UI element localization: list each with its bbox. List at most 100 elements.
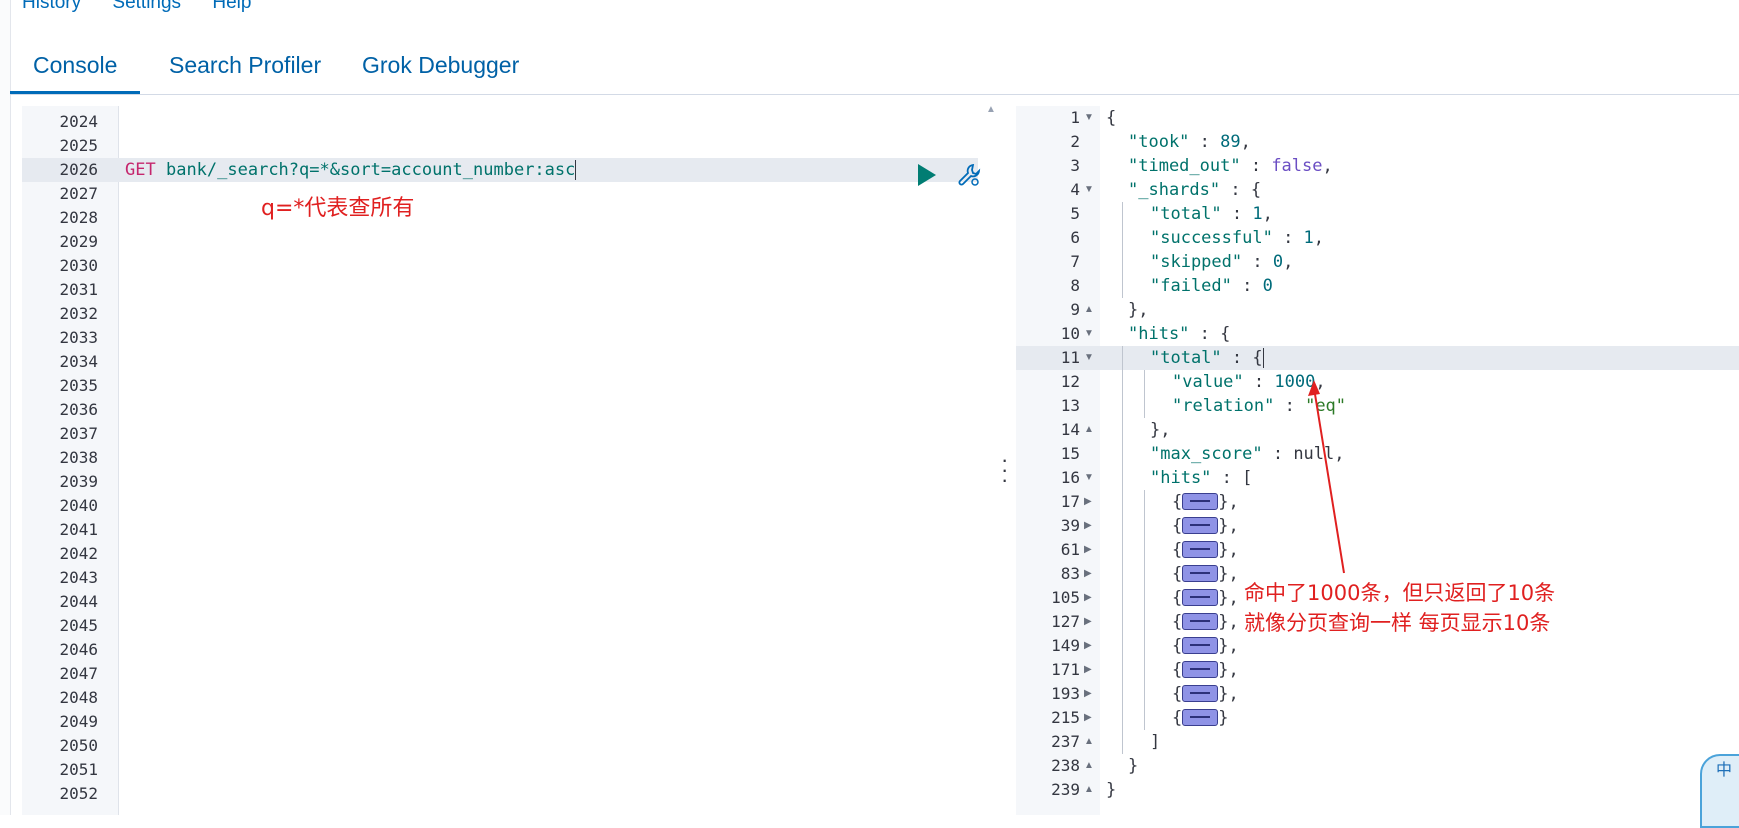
json-line: }, bbox=[1150, 420, 1171, 440]
collapsed-ellipsis-icon[interactable] bbox=[1182, 516, 1219, 534]
tab-grok-debugger[interactable]: Grok Debugger bbox=[339, 42, 542, 94]
collapsed-object[interactable]: {}, bbox=[1172, 538, 1239, 562]
line-number: 2049 bbox=[59, 712, 98, 731]
json-line: "hits" : { bbox=[1128, 324, 1231, 344]
line-number: 14 bbox=[1060, 420, 1080, 439]
fold-toggle-icon[interactable]: ▶ bbox=[1084, 490, 1092, 514]
line-number: 2046 bbox=[59, 640, 98, 659]
fold-toggle-icon[interactable]: ▲ bbox=[1084, 754, 1094, 778]
collapsed-ellipsis-icon[interactable] bbox=[1182, 612, 1219, 630]
annotation-arrow bbox=[1308, 380, 1345, 574]
line-number: 3 bbox=[1070, 156, 1080, 175]
fold-toggle-icon[interactable]: ▲ bbox=[1084, 778, 1094, 802]
tab-search-profiler[interactable]: Search Profiler bbox=[146, 42, 344, 94]
menu-help[interactable]: Help bbox=[212, 0, 251, 13]
line-number: 2033 bbox=[59, 328, 98, 347]
left-sidebar-strip bbox=[0, 0, 11, 815]
line-number: 2032 bbox=[59, 304, 98, 323]
fold-toggle-icon[interactable]: ▶ bbox=[1084, 562, 1092, 586]
json-line: "hits" : [ bbox=[1150, 468, 1253, 488]
drag-handle-icon[interactable]: · · · bbox=[1001, 449, 1008, 491]
line-number: 2036 bbox=[59, 400, 98, 419]
collapsed-ellipsis-icon[interactable] bbox=[1182, 588, 1219, 606]
json-line: "max_score" : null, bbox=[1150, 444, 1345, 464]
fold-toggle-icon[interactable]: ▶ bbox=[1084, 610, 1092, 634]
wrench-icon[interactable] bbox=[956, 162, 982, 188]
line-number: 2038 bbox=[59, 448, 98, 467]
request-line[interactable]: GET bank/_search?q=*&sort=account_number… bbox=[125, 158, 577, 182]
collapsed-object[interactable]: {}, bbox=[1172, 562, 1239, 586]
collapsed-ellipsis-icon[interactable] bbox=[1182, 660, 1219, 678]
fold-toggle-icon[interactable]: ▲ bbox=[1084, 730, 1094, 754]
collapsed-object[interactable]: {}, bbox=[1172, 682, 1239, 706]
fold-toggle-icon[interactable]: ▶ bbox=[1084, 634, 1092, 658]
active-line-highlight bbox=[1016, 346, 1739, 370]
fold-toggle-icon[interactable]: ▼ bbox=[1084, 466, 1094, 490]
response-viewer[interactable]: 1 2 3 4 5 6 7 8 9 10 11 12 13 14 15 16 1… bbox=[1016, 106, 1739, 815]
line-number: 193 bbox=[1051, 684, 1080, 703]
collapsed-ellipsis-icon[interactable] bbox=[1182, 708, 1219, 726]
line-number: 2034 bbox=[59, 352, 98, 371]
line-number: 2048 bbox=[59, 688, 98, 707]
request-editor[interactable]: 2024 2025 2026 2027 2028 2029 2030 2031 … bbox=[22, 106, 981, 815]
fold-toggle-icon[interactable]: ▶ bbox=[1084, 586, 1092, 610]
line-number: 2 bbox=[1070, 132, 1080, 151]
line-number: 2027 bbox=[59, 184, 98, 203]
fold-toggle-icon[interactable]: ▼ bbox=[1084, 178, 1094, 202]
line-number: 2030 bbox=[59, 256, 98, 275]
line-number: 39 bbox=[1060, 516, 1080, 535]
line-number: 2039 bbox=[59, 472, 98, 491]
line-number: 2024 bbox=[59, 112, 98, 131]
collapsed-object[interactable]: {}, bbox=[1172, 490, 1239, 514]
collapsed-ellipsis-icon[interactable] bbox=[1182, 564, 1219, 582]
collapsed-object[interactable]: {}, bbox=[1172, 610, 1239, 634]
fold-toggle-icon[interactable]: ▲ bbox=[1084, 298, 1094, 322]
line-number: 2026 bbox=[59, 160, 98, 179]
fold-toggle-icon[interactable]: ▶ bbox=[1084, 682, 1092, 706]
json-line: "failed" : 0 bbox=[1150, 276, 1273, 296]
line-number: 12 bbox=[1060, 372, 1080, 391]
menu-settings[interactable]: Settings bbox=[112, 0, 181, 13]
line-number: 9 bbox=[1070, 300, 1080, 319]
fold-toggle-icon[interactable]: ▶ bbox=[1084, 538, 1092, 562]
fold-toggle-icon[interactable]: ▶ bbox=[1084, 706, 1092, 730]
collapsed-ellipsis-icon[interactable] bbox=[1182, 492, 1219, 510]
line-number: 149 bbox=[1051, 636, 1080, 655]
line-number: 238 bbox=[1051, 756, 1080, 775]
line-number: 127 bbox=[1051, 612, 1080, 631]
collapsed-object[interactable]: {} bbox=[1172, 706, 1229, 730]
line-number: 11 bbox=[1060, 348, 1080, 367]
collapsed-ellipsis-icon[interactable] bbox=[1182, 636, 1219, 654]
request-annotation: q=*代表查所有 bbox=[261, 196, 415, 221]
tab-console[interactable]: Console bbox=[10, 42, 141, 94]
collapsed-object[interactable]: {}, bbox=[1172, 634, 1239, 658]
collapsed-object[interactable]: {}, bbox=[1172, 514, 1239, 538]
collapsed-ellipsis-icon[interactable] bbox=[1182, 540, 1219, 558]
fold-toggle-icon[interactable]: ▶ bbox=[1084, 514, 1092, 538]
line-number: 2045 bbox=[59, 616, 98, 635]
collapsed-object[interactable]: {}, bbox=[1172, 586, 1239, 610]
fold-toggle-icon[interactable]: ▼ bbox=[1084, 346, 1094, 370]
top-menu: History Settings Help bbox=[22, 0, 277, 13]
menu-history[interactable]: History bbox=[22, 0, 81, 13]
send-request-button[interactable] bbox=[918, 164, 936, 186]
fold-toggle-icon[interactable]: ▶ bbox=[1084, 658, 1092, 682]
collapsed-object[interactable]: {}, bbox=[1172, 658, 1239, 682]
shards-skipped-value: 0 bbox=[1272, 252, 1284, 272]
response-annotation: 命中了1000条，但只返回了10条 就像分页查询一样 每页显示10条 bbox=[1244, 578, 1555, 638]
line-number: 2035 bbox=[59, 376, 98, 395]
fold-toggle-icon[interactable]: ▲ bbox=[1084, 418, 1094, 442]
input-method-widget[interactable]: 中 bbox=[1700, 754, 1739, 828]
annotation-line: 命中了1000条，但只返回了10条 bbox=[1244, 581, 1556, 605]
json-line: }, bbox=[1128, 300, 1149, 320]
collapsed-ellipsis-icon[interactable] bbox=[1182, 684, 1219, 702]
fold-toggle-icon[interactable]: ▼ bbox=[1084, 106, 1094, 130]
line-number: 2029 bbox=[59, 232, 98, 251]
line-number: 8 bbox=[1070, 276, 1080, 295]
shards-successful-value: 1 bbox=[1303, 228, 1314, 248]
line-number: 2025 bbox=[59, 136, 98, 155]
line-number: 215 bbox=[1051, 708, 1080, 727]
fold-toggle-icon[interactable]: ▼ bbox=[1084, 322, 1094, 346]
line-number: 2037 bbox=[59, 424, 98, 443]
line-number: 2044 bbox=[59, 592, 98, 611]
